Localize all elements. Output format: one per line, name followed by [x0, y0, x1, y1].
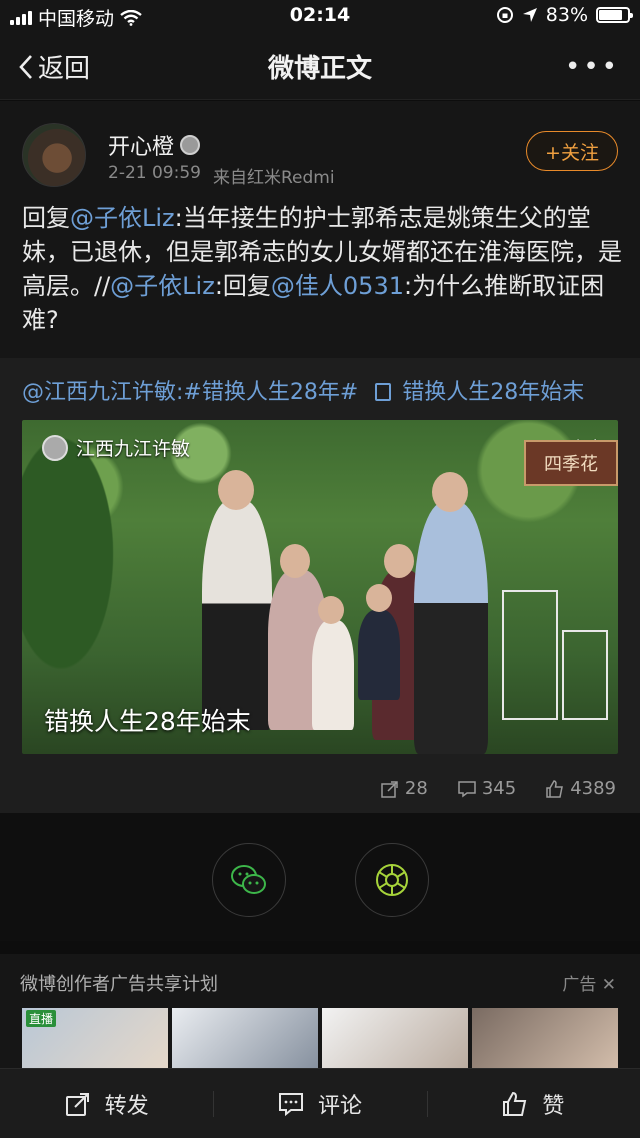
wechat-icon	[231, 865, 266, 894]
post-text: 回复@子依Liz:当年接生的护士郭希志是姚策生父的堂妹，已退休，但是郭希志的女儿…	[22, 201, 622, 337]
follow-button[interactable]: +关注	[526, 131, 618, 171]
avatar[interactable]	[22, 123, 86, 187]
flower-stand	[562, 630, 608, 720]
comment-label: 评论	[317, 1093, 362, 1119]
comment-icon	[458, 780, 476, 797]
post-text-segment: :回复	[214, 272, 271, 300]
share-icon	[381, 780, 398, 798]
ad-label[interactable]: 广告 ✕	[562, 970, 616, 995]
ad-label-text: 广告	[562, 975, 597, 995]
author-name[interactable]: 开心橙	[108, 129, 174, 161]
post-source: 来自红米Redmi	[212, 168, 335, 188]
rotation-lock-icon	[496, 7, 513, 23]
person-figure	[202, 500, 272, 730]
share-wechat-button[interactable]	[212, 843, 286, 917]
person-head	[218, 470, 254, 510]
shop-sign: 四季花	[524, 440, 618, 486]
like-icon	[503, 1091, 527, 1116]
like-count[interactable]: 4389	[546, 778, 616, 799]
author-row[interactable]: 开心橙	[108, 129, 201, 161]
bottom-toolbar: 转发 评论 赞	[0, 1068, 640, 1138]
reposted-weibo[interactable]: @江西九江许敏:#错换人生28年# 错换人生28年始末 江西九江许敏 ⚡文章 四…	[0, 358, 640, 813]
comment-count-value: 345	[481, 778, 517, 799]
person-figure	[414, 502, 488, 754]
live-badge: 直播	[26, 1010, 57, 1027]
repost-header[interactable]: @江西九江许敏:#错换人生28年# 错换人生28年始末	[22, 374, 584, 406]
repost-label: 转发	[104, 1093, 149, 1119]
article-icon	[375, 383, 392, 401]
repost-count[interactable]: 28	[381, 778, 428, 799]
share-moments-button[interactable]	[355, 843, 429, 917]
repost-author-topic[interactable]: @江西九江许敏:#错换人生28年#	[22, 380, 358, 405]
person-figure	[358, 610, 400, 700]
mention-link[interactable]: @子依Liz	[70, 204, 175, 232]
mention-link[interactable]: @佳人0531	[271, 272, 404, 300]
battery-icon	[596, 7, 633, 23]
like-button[interactable]: 赞	[426, 1069, 640, 1138]
share-row	[0, 813, 640, 941]
mention-link[interactable]: @子依Liz	[110, 272, 215, 300]
post-text-segment: 回复	[22, 204, 70, 232]
repost-button[interactable]: 转发	[0, 1069, 213, 1138]
person-head	[432, 472, 468, 512]
ad-title[interactable]: 微博创作者广告共享计划	[20, 970, 218, 996]
flower-stand	[502, 590, 558, 720]
person-head	[384, 544, 414, 578]
comment-button[interactable]: 评论	[213, 1069, 426, 1138]
person-head	[280, 544, 310, 578]
location-icon	[522, 8, 537, 22]
more-options-icon[interactable]: •••	[565, 52, 620, 82]
repost-count-value: 28	[404, 778, 428, 799]
battery-percent: 83%	[545, 4, 588, 26]
source-avatar	[42, 434, 68, 461]
article-link[interactable]: 错换人生28年始末	[402, 380, 584, 405]
repost-icon	[65, 1092, 89, 1116]
weibo-post: 开心橙 2-21 09:59 来自红米Redmi +关注 回复@子依Liz:当年…	[0, 101, 640, 358]
like-label: 赞	[542, 1093, 565, 1119]
article-cover-image[interactable]: 江西九江许敏 ⚡文章 四季花 错换人生28年始末	[22, 420, 618, 754]
cover-source-name: 江西九江许敏	[76, 438, 191, 460]
like-count-value: 4389	[570, 778, 616, 799]
ad-section: 微博创作者广告共享计划 广告 ✕ 直播	[0, 954, 640, 1084]
cover-caption: 错换人生28年始末	[44, 707, 251, 736]
page-title: 微博正文	[267, 54, 372, 84]
repost-stats: 28 345 4389	[381, 778, 616, 799]
status-bar: 中国移动 02:14 83%	[0, 0, 640, 30]
cover-source: 江西九江许敏	[42, 434, 190, 461]
nav-bar: 返回 微博正文 •••	[0, 30, 640, 100]
person-head	[366, 584, 392, 612]
vip-badge-icon	[180, 135, 201, 155]
thumbs-up-icon	[546, 779, 564, 798]
person-head	[318, 596, 344, 624]
comment-bubble-icon	[278, 1092, 303, 1116]
moments-icon	[376, 864, 408, 896]
comment-count[interactable]: 345	[458, 778, 516, 799]
person-figure	[312, 620, 354, 730]
post-meta: 2-21 09:59 来自红米Redmi	[108, 163, 335, 188]
close-icon[interactable]: ✕	[602, 975, 616, 995]
post-time: 2-21 09:59	[108, 163, 201, 183]
